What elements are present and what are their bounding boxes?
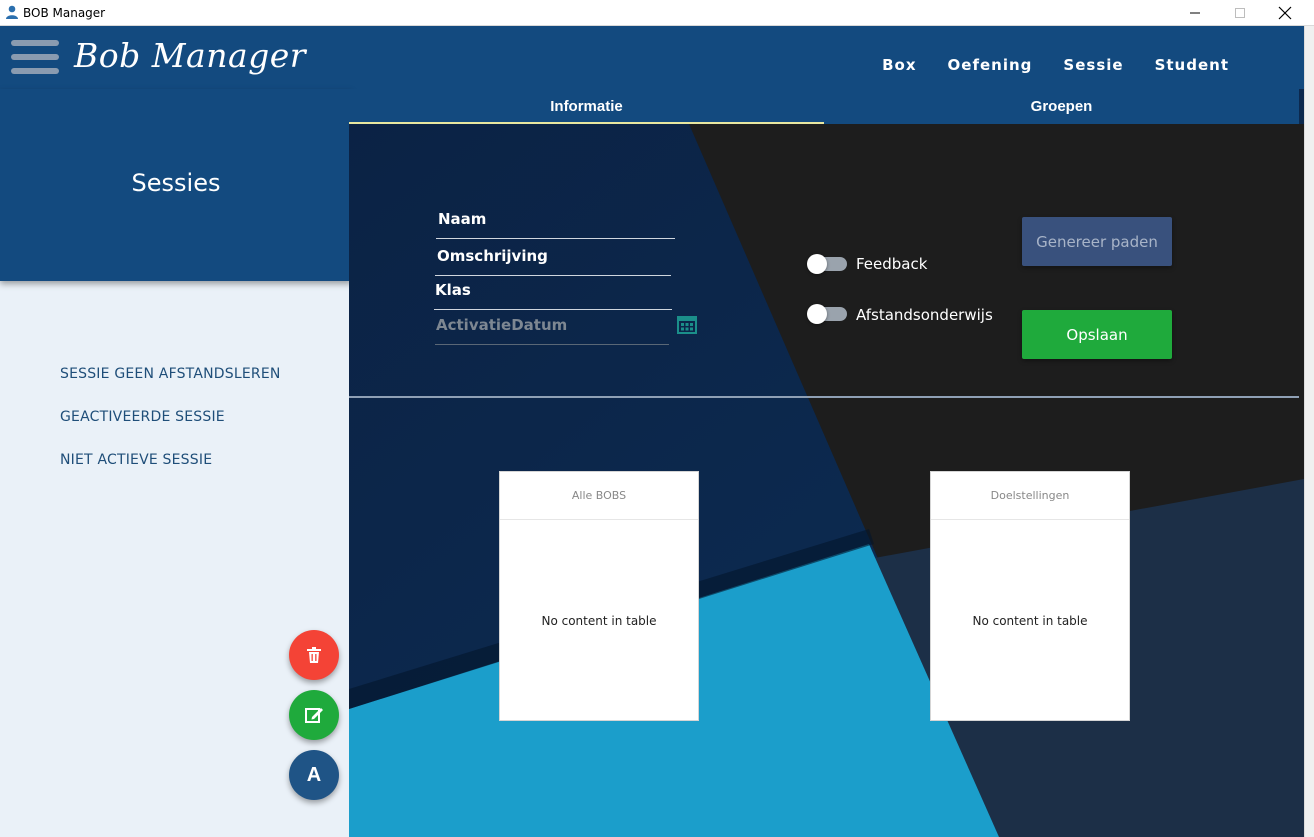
- tab-informatie[interactable]: Informatie: [349, 89, 824, 124]
- sidebar-item-sessie-geen-afstandsleren[interactable]: SESSIE GEEN AFSTANDSLEREN: [60, 366, 281, 382]
- genereer-paden-button[interactable]: Genereer paden: [1022, 217, 1172, 266]
- table-empty-message: No content in table: [972, 614, 1088, 628]
- tab-groepen[interactable]: Groepen: [824, 89, 1299, 124]
- klas-field[interactable]: Klas: [435, 281, 471, 299]
- close-icon: [1278, 6, 1292, 20]
- feedback-label: Feedback: [856, 255, 928, 273]
- naam-underline: [436, 238, 675, 239]
- hamburger-menu-icon[interactable]: [11, 40, 59, 76]
- tab-bar: Informatie Groepen: [349, 89, 1299, 124]
- maximize-button[interactable]: [1217, 0, 1263, 26]
- a-action-button[interactable]: A: [289, 750, 339, 800]
- brand-logo: Bob Manager: [74, 36, 307, 75]
- calendar-icon[interactable]: [677, 314, 697, 334]
- sidebar-item-geactiveerde-sessie[interactable]: GEACTIVEERDE SESSIE: [60, 409, 281, 425]
- maximize-icon: [1235, 8, 1245, 18]
- activatiedatum-field[interactable]: ActivatieDatum: [436, 316, 567, 334]
- window-title: BOB Manager: [23, 6, 106, 20]
- minimize-icon: [1190, 12, 1200, 14]
- sidebar-links: SESSIE GEEN AFSTANDSLEREN GEACTIVEERDE S…: [60, 366, 281, 495]
- table-header: Alle BOBS: [500, 472, 698, 520]
- edit-icon: [305, 708, 323, 723]
- nav-oefening[interactable]: Oefening: [948, 56, 1033, 74]
- minimize-button[interactable]: [1172, 0, 1218, 26]
- alle-bobs-table[interactable]: Alle BOBS No content in table: [499, 471, 699, 721]
- nav-sessie[interactable]: Sessie: [1063, 56, 1123, 74]
- window-titlebar: BOB Manager: [0, 0, 1314, 26]
- edit-button[interactable]: [289, 690, 339, 740]
- afstandsonderwijs-toggle[interactable]: [807, 304, 847, 324]
- table-header: Doelstellingen: [931, 472, 1129, 520]
- sidebar-header-card: Sessies: [0, 89, 352, 281]
- feedback-toggle[interactable]: [807, 254, 847, 274]
- app-header: Bob Manager Box Oefening Sessie Student: [0, 26, 1304, 89]
- afstandsonderwijs-label: Afstandsonderwijs: [856, 306, 993, 324]
- section-divider: [349, 396, 1299, 398]
- nav-student[interactable]: Student: [1155, 56, 1229, 74]
- activatiedatum-underline: [435, 344, 669, 345]
- sidebar-item-niet-actieve-sessie[interactable]: NIET ACTIEVE SESSIE: [60, 452, 281, 468]
- sidebar-title: Sessies: [131, 169, 221, 197]
- app-user-icon: [6, 5, 18, 19]
- material-background: [349, 89, 1304, 837]
- naam-field[interactable]: Naam: [438, 210, 486, 228]
- klas-underline: [434, 309, 672, 310]
- omschrijving-underline: [435, 275, 671, 276]
- doelstellingen-table[interactable]: Doelstellingen No content in table: [930, 471, 1130, 721]
- main-content: Informatie Groepen Naam Omschrijving Kla…: [349, 89, 1304, 837]
- nav-box[interactable]: Box: [882, 56, 916, 74]
- vertical-scrollbar[interactable]: [1304, 26, 1314, 837]
- close-button[interactable]: [1262, 0, 1308, 26]
- delete-button[interactable]: [289, 630, 339, 680]
- opslaan-button[interactable]: Opslaan: [1022, 310, 1172, 359]
- top-navigation: Box Oefening Sessie Student: [882, 56, 1229, 74]
- omschrijving-field[interactable]: Omschrijving: [437, 247, 548, 265]
- table-empty-message: No content in table: [541, 614, 657, 628]
- trash-icon: [307, 647, 321, 663]
